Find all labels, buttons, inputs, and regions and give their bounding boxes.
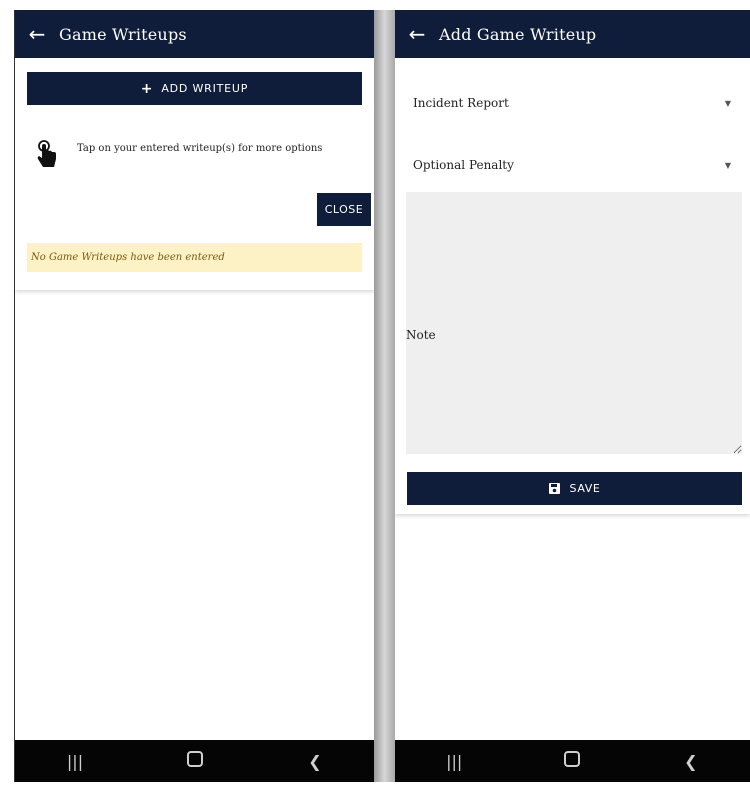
app-bar: ← Add Game Writeup <box>395 10 750 58</box>
add-writeup-button[interactable]: + ADD WRITEUP <box>27 72 362 105</box>
home-icon[interactable] <box>542 751 602 771</box>
optional-penalty-select[interactable]: Optional Penalty ▼ <box>413 150 733 180</box>
nav-back-icon[interactable]: ❮ <box>285 752 345 771</box>
plus-icon: + <box>140 80 154 97</box>
floppy-disk-icon <box>548 483 560 494</box>
note-label: Note <box>406 328 436 342</box>
hand-pointer-icon <box>37 140 56 167</box>
incident-report-label: Incident Report <box>413 96 509 110</box>
hint-row: Tap on your entered writeup(s) for more … <box>35 140 355 170</box>
empty-state-banner: No Game Writeups have been entered <box>27 243 362 272</box>
nav-back-icon[interactable]: ❮ <box>661 752 721 771</box>
home-icon[interactable] <box>165 751 225 771</box>
system-nav-bar: ||| ❮ <box>15 740 375 782</box>
writeup-form: Incident Report ▼ Optional Penalty ▼ Not… <box>395 58 750 514</box>
close-button[interactable]: CLOSE <box>317 193 371 226</box>
recents-icon[interactable]: ||| <box>45 752 105 771</box>
add-writeup-label: ADD WRITEUP <box>161 82 249 95</box>
add-game-writeup-screen: ← Add Game Writeup Incident Report ▼ Opt… <box>395 10 750 782</box>
save-label: SAVE <box>569 482 601 495</box>
writeups-card: + ADD WRITEUP Tap on your entered writeu… <box>15 58 375 290</box>
page-title: Game Writeups <box>59 24 187 44</box>
system-nav-bar: ||| ❮ <box>395 740 750 782</box>
recents-icon[interactable]: ||| <box>424 752 484 771</box>
page-title: Add Game Writeup <box>439 24 597 44</box>
optional-penalty-label: Optional Penalty <box>413 158 514 172</box>
app-bar: ← Game Writeups <box>15 10 375 58</box>
incident-report-select[interactable]: Incident Report ▼ <box>413 88 733 118</box>
arrow-left-icon[interactable]: ← <box>395 10 439 58</box>
note-field[interactable] <box>406 192 742 454</box>
caret-down-icon: ▼ <box>724 160 731 170</box>
screen-divider <box>374 10 395 782</box>
hint-text: Tap on your entered writeup(s) for more … <box>77 143 323 154</box>
caret-down-icon: ▼ <box>724 98 731 108</box>
save-button[interactable]: SAVE <box>407 472 742 505</box>
screenshot-root: ← Game Writeups + ADD WRITEUP Tap on you… <box>0 0 750 787</box>
arrow-left-icon[interactable]: ← <box>15 10 59 58</box>
game-writeups-screen: ← Game Writeups + ADD WRITEUP Tap on you… <box>14 10 375 782</box>
